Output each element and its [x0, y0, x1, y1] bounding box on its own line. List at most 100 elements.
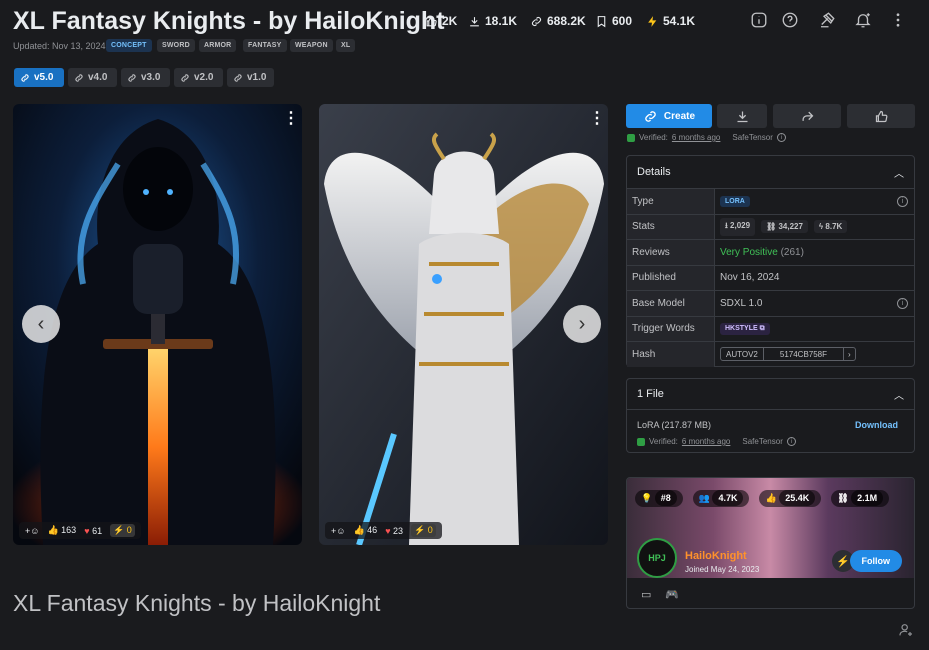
- info-icon: [751, 12, 767, 28]
- files-header[interactable]: 1 File ︿: [627, 379, 914, 409]
- detail-key: Trigger Words: [627, 316, 715, 341]
- create-button[interactable]: Create: [626, 104, 712, 128]
- share-icon: [802, 111, 813, 121]
- buzz-reaction[interactable]: ⚡ 0: [411, 524, 436, 537]
- carousel-prev-button[interactable]: ‹: [22, 305, 60, 343]
- verified-time[interactable]: 6 months ago: [682, 437, 730, 446]
- stat-generations: ⛓ 34,227: [761, 220, 808, 234]
- info-button[interactable]: [748, 9, 770, 31]
- detail-row-reviews: Reviews Very Positive (261): [627, 239, 914, 265]
- like-reaction[interactable]: 👍 163: [47, 525, 76, 536]
- version-v4[interactable]: v4.0: [68, 68, 117, 87]
- file-row: LoRA (217.87 MB) Download Verified: 6 mo…: [627, 409, 914, 453]
- creator-links: ▭ 🎮: [641, 588, 679, 601]
- hash-type[interactable]: AUTOV2: [721, 348, 764, 361]
- help-button[interactable]: [779, 9, 801, 31]
- tag-xl[interactable]: XL: [336, 39, 356, 52]
- info-icon[interactable]: i: [776, 133, 786, 142]
- hash-box[interactable]: AUTOV2 5174CB758F ›: [720, 347, 856, 362]
- like-reaction[interactable]: 👍 46: [353, 525, 377, 536]
- link-icon: [234, 73, 242, 82]
- info-icon[interactable]: i: [786, 437, 796, 446]
- detail-row-stats: Stats ⭳ 2,029 ⛓ 34,227 ϟ 8.7K: [627, 213, 914, 239]
- heart-reaction[interactable]: ♥ 61: [84, 526, 102, 536]
- generations-stat: 688.2K: [530, 14, 586, 28]
- likes-stat: 2K: [425, 14, 457, 28]
- tag-fantasy[interactable]: FANTASY: [243, 39, 287, 52]
- detail-row-base-model: Base Model SDXL 1.0 i: [627, 290, 914, 316]
- more-options-button[interactable]: [887, 9, 909, 31]
- reactions-bar[interactable]: +☺ 👍 163 ♥ 61 ⚡ 0: [19, 522, 141, 539]
- creator-joined: Joined May 24, 2023: [685, 565, 760, 574]
- version-v3[interactable]: v3.0: [121, 68, 170, 87]
- detail-row-hash: Hash AUTOV2 5174CB758F ›: [627, 341, 914, 367]
- like-button[interactable]: [847, 104, 915, 128]
- download-icon: [470, 16, 479, 26]
- user-gear-icon: [899, 624, 912, 636]
- reviews-link[interactable]: Very Positive (261): [720, 247, 804, 258]
- tag-concept[interactable]: CONCEPT: [106, 39, 152, 52]
- like-count: 46: [367, 525, 378, 535]
- details-panel: Details ︿ Type LORA i Stats ⭳ 2,029 ⛓ 34…: [626, 155, 915, 367]
- downloads-count: 18.1K: [485, 14, 518, 28]
- trigger-word-chip[interactable]: HKSTYLE ⧉: [720, 322, 770, 335]
- published-value: Nov 16, 2024: [720, 272, 780, 284]
- tag-weapon[interactable]: WEAPON: [290, 39, 333, 52]
- info-icon[interactable]: i: [897, 195, 908, 207]
- buzz-reaction[interactable]: ⚡ 0: [110, 524, 135, 537]
- moderate-button[interactable]: [816, 9, 838, 31]
- add-reaction-icon[interactable]: +☺: [331, 526, 345, 536]
- downloads-value: 2.1M: [851, 490, 884, 506]
- verified-check-icon: [637, 437, 645, 446]
- creator-name[interactable]: HailoKnight: [685, 550, 747, 562]
- version-label: v5.0: [34, 72, 54, 83]
- tag-armor[interactable]: ARMOR: [199, 39, 237, 52]
- follow-button[interactable]: Follow: [849, 550, 902, 572]
- reactions-bar[interactable]: +☺ 👍 46 ♥ 23 ⚡ 0: [325, 522, 442, 539]
- avatar[interactable]: HPJ: [637, 538, 677, 578]
- heart-reaction[interactable]: ♥ 23: [385, 526, 403, 536]
- chevron-right-icon[interactable]: ›: [844, 348, 855, 360]
- file-verified: Verified: 6 months ago SafeTensor i: [637, 437, 796, 446]
- version-v1[interactable]: v1.0: [227, 68, 274, 87]
- tag-sword[interactable]: SWORD: [157, 39, 195, 52]
- version-v2[interactable]: v2.0: [174, 68, 223, 87]
- followers-value: 4.7K: [712, 490, 744, 506]
- detail-row-type: Type LORA i: [627, 188, 914, 214]
- gamepad-icon[interactable]: 🎮: [665, 588, 679, 601]
- generations-count: 688.2K: [547, 14, 586, 28]
- add-reaction-icon[interactable]: +☺: [25, 526, 39, 536]
- image-menu-icon[interactable]: ⋮: [589, 108, 605, 128]
- gavel-icon: [821, 12, 835, 28]
- verified-time[interactable]: 6 months ago: [672, 133, 720, 142]
- trigger-word: HKSTYLE: [725, 324, 758, 332]
- copy-icon: ⧉: [759, 324, 765, 332]
- detail-key: Base Model: [627, 291, 715, 316]
- version-v5[interactable]: v5.0: [14, 68, 64, 87]
- lightning-icon: [648, 15, 657, 27]
- creator-stats: 💡 #8 👥 4.7K 👍 25.4K ⛓ 2.1M: [635, 490, 890, 507]
- image-menu-icon[interactable]: ⋮: [283, 108, 299, 128]
- download-button[interactable]: [717, 104, 767, 128]
- version-label: v3.0: [141, 72, 161, 83]
- detail-row-trigger: Trigger Words HKSTYLE ⧉: [627, 315, 914, 341]
- details-header[interactable]: Details ︿: [627, 156, 914, 188]
- user-settings-button[interactable]: [898, 622, 914, 638]
- heart-count: 61: [92, 525, 103, 536]
- chevron-right-icon: ›: [578, 312, 586, 335]
- buzz-stat: 54.1K: [646, 14, 695, 28]
- info-icon[interactable]: i: [897, 297, 908, 309]
- notify-button[interactable]: [852, 9, 874, 31]
- hash-value[interactable]: 5174CB758F: [764, 348, 845, 361]
- heart-count: 23: [393, 525, 404, 536]
- file-download-link[interactable]: Download: [855, 420, 898, 430]
- buzz-count: 54.1K: [663, 14, 696, 28]
- bookmark-icon: [597, 15, 606, 27]
- rank-value: #8: [654, 490, 677, 506]
- buzz-count: 0: [126, 525, 132, 535]
- reviews-count: (261): [780, 246, 804, 258]
- share-button[interactable]: [773, 104, 841, 128]
- carousel-next-button[interactable]: ›: [563, 305, 601, 343]
- creator-downloads: ⛓ 2.1M: [831, 490, 890, 507]
- video-icon[interactable]: ▭: [641, 588, 651, 601]
